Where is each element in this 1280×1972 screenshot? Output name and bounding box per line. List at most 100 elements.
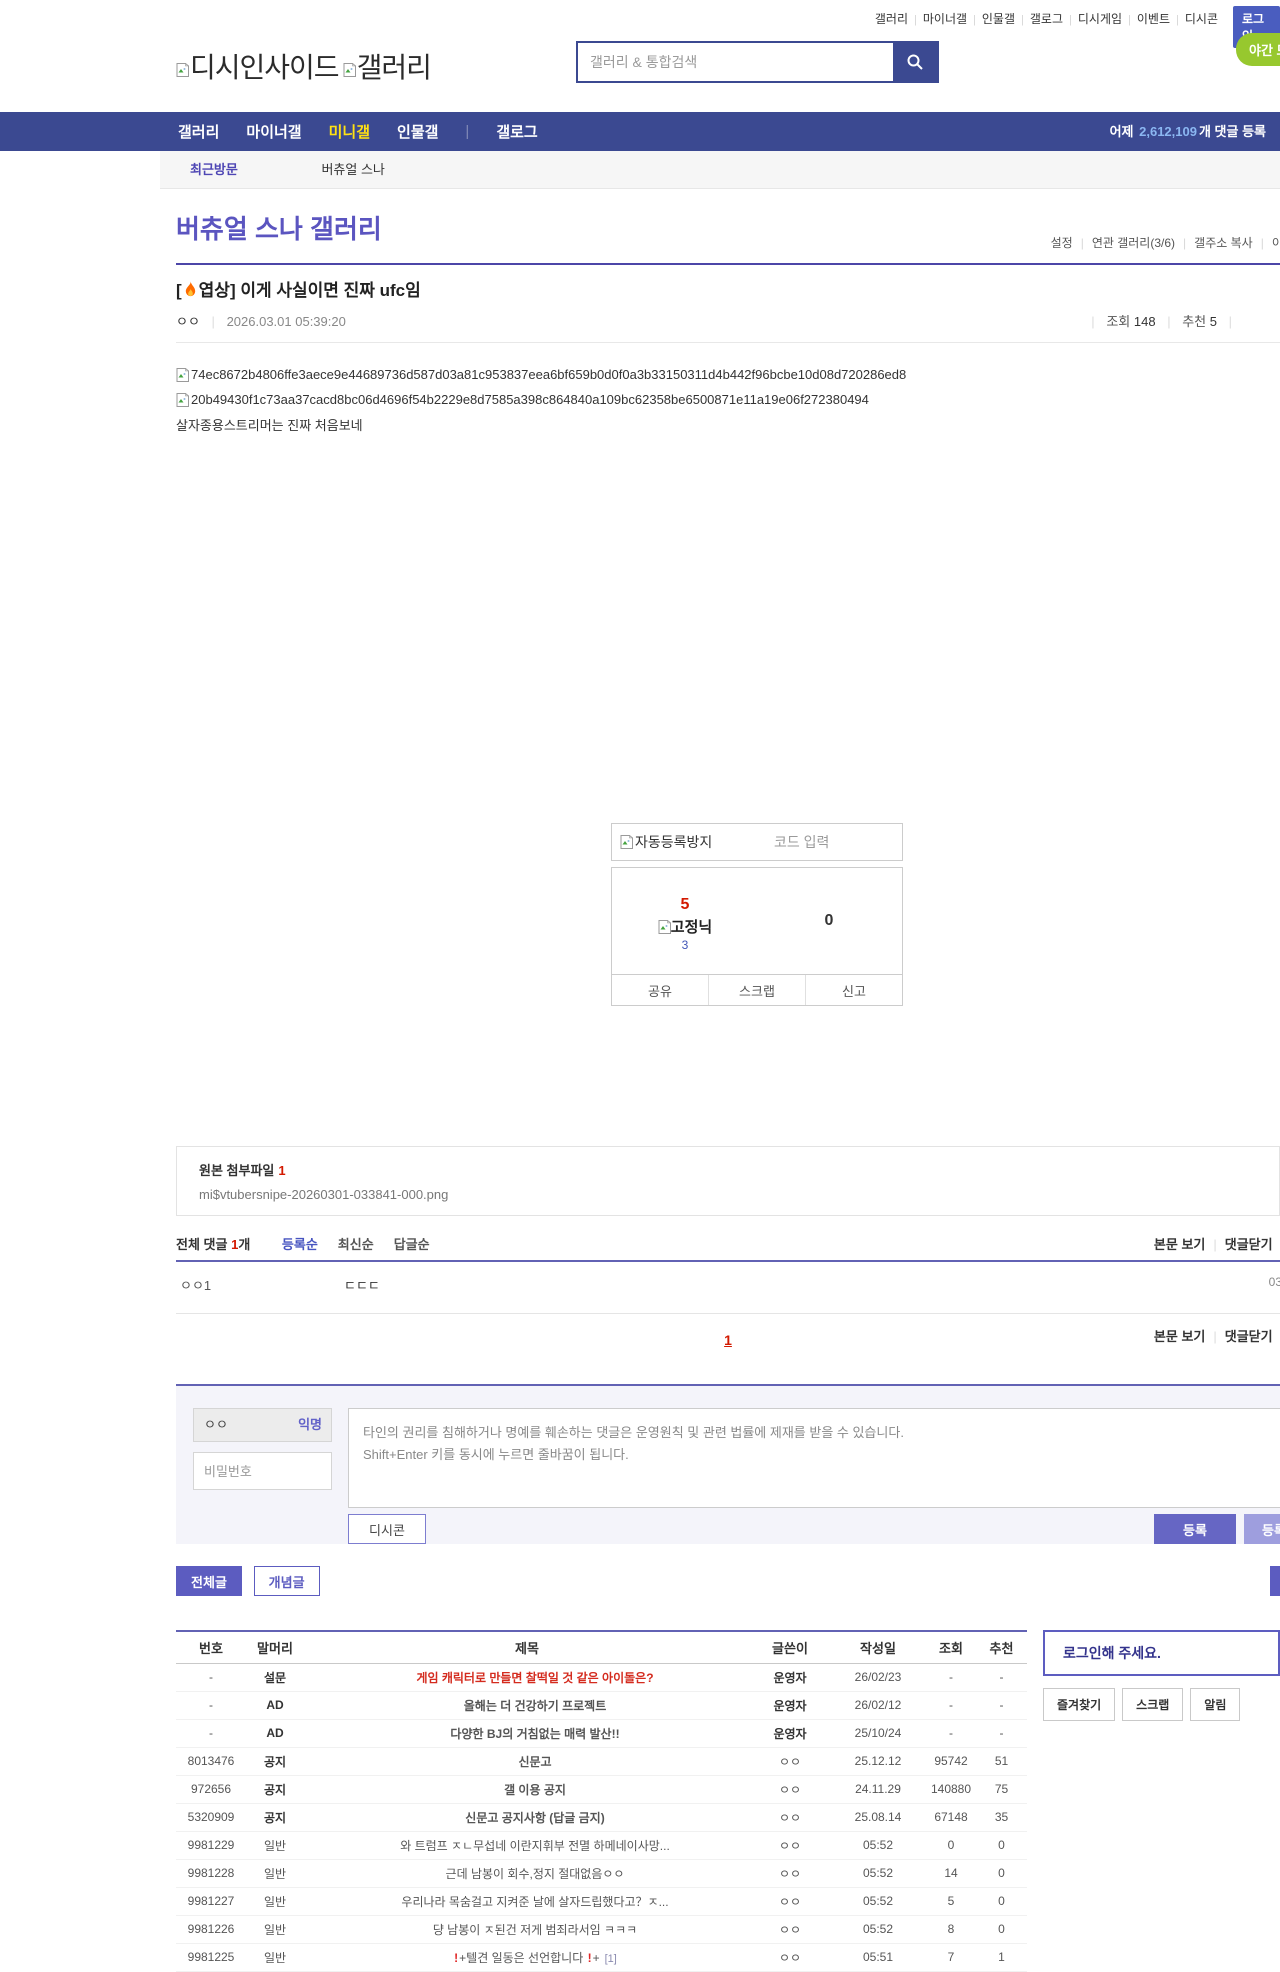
comment-sort-option[interactable]: 답글순 bbox=[394, 1237, 430, 1252]
post-list-title[interactable]: 근데 남봉이 회수,정지 절대없음ㅇㅇ bbox=[304, 1859, 750, 1887]
comment-author[interactable]: ㅇㅇ1 bbox=[180, 1275, 211, 1294]
comment-view-link[interactable]: 본문 보기 bbox=[1154, 1237, 1205, 1252]
nav-item[interactable]: 갤러리 bbox=[178, 121, 219, 142]
night-mode-toggle[interactable]: 야간 모드 bbox=[1236, 33, 1280, 66]
dccon-button[interactable]: 디시콘 bbox=[348, 1514, 426, 1544]
sidebar-tab[interactable]: 스크랩 bbox=[1122, 1688, 1183, 1721]
post-category[interactable]: 일반 bbox=[246, 1915, 304, 1943]
post-recommends: 0 bbox=[976, 1859, 1027, 1887]
table-column-header[interactable]: 번호 bbox=[176, 1631, 246, 1663]
comment-page-1[interactable]: 1 bbox=[724, 1332, 732, 1348]
post-writer[interactable]: ㅇㅇ bbox=[750, 1887, 830, 1915]
gallery-header-link[interactable]: 설정 bbox=[1051, 236, 1073, 250]
separator: | bbox=[1167, 314, 1170, 329]
post-writer[interactable]: ㅇㅇ bbox=[750, 1915, 830, 1943]
separator: | bbox=[1069, 14, 1072, 26]
table-column-header[interactable]: 글쓴이 bbox=[750, 1631, 830, 1663]
post-list-title[interactable]: 와 트럼프 ㅈㄴ무섭네 이란지휘부 전멸 하메네이사망... bbox=[304, 1831, 750, 1859]
post-category[interactable]: 일반 bbox=[246, 1859, 304, 1887]
anonymous-label[interactable]: 익명 bbox=[298, 1409, 322, 1441]
nav-item[interactable]: 마이너갤 bbox=[246, 121, 301, 142]
table-column-header[interactable]: 제목 bbox=[304, 1631, 750, 1663]
post-list-title[interactable]: 다양한 BJ의 거침없는 매력 발산!! bbox=[304, 1719, 750, 1747]
post-action-button[interactable]: 공유 bbox=[612, 975, 708, 1005]
post-writer[interactable]: ㅇㅇ bbox=[750, 1803, 830, 1831]
post-list-title[interactable]: 신문고 bbox=[304, 1747, 750, 1775]
post-action-button[interactable]: 신고 bbox=[805, 975, 902, 1005]
comment-textarea[interactable]: 타인의 권리를 침해하거나 명예를 훼손하는 댓글은 운영원칙 및 관련 법률에… bbox=[348, 1408, 1280, 1508]
search-button[interactable] bbox=[893, 43, 937, 81]
post-writer[interactable]: 운영자 bbox=[750, 1691, 830, 1719]
sidebar-tab[interactable]: 알림 bbox=[1190, 1688, 1240, 1721]
post-category[interactable]: 일반 bbox=[246, 1887, 304, 1915]
post-writer[interactable]: ㅇㅇ bbox=[750, 1943, 830, 1971]
post-category[interactable]: 설문 bbox=[246, 1663, 304, 1691]
upvote-area[interactable]: 5 고정닉 3 bbox=[612, 868, 758, 952]
post-list-title[interactable]: 댱 남봉이 ㅈ된건 저게 범죄라서임 ㅋㅋㅋ bbox=[304, 1915, 750, 1943]
gallery-header-link[interactable]: 갤주소 복사 bbox=[1194, 236, 1253, 250]
comment-view-link[interactable]: 본문 보기 bbox=[1154, 1329, 1205, 1344]
search-input[interactable] bbox=[578, 43, 893, 81]
post-list-title[interactable]: 올해는 더 건강하기 프로젝트 bbox=[304, 1691, 750, 1719]
post-writer[interactable]: 운영자 bbox=[750, 1719, 830, 1747]
post-list-title[interactable]: 게임 캐릭터로 만들면 찰떡일 것 같은 아이돌은? bbox=[304, 1663, 750, 1691]
recent-visit-label[interactable]: 최근방문 bbox=[190, 162, 238, 177]
topbar-link[interactable]: 디시게임 bbox=[1078, 12, 1122, 26]
topbar-link[interactable]: 인물갤 bbox=[982, 12, 1015, 26]
table-column-header[interactable]: 조회 bbox=[926, 1631, 976, 1663]
topbar-link[interactable]: 마이너갤 bbox=[923, 12, 967, 26]
post-list-title[interactable]: 갤 이용 공지 bbox=[304, 1775, 750, 1803]
post-number: 9981228 bbox=[176, 1859, 246, 1887]
topbar-link[interactable]: 디시콘 bbox=[1185, 12, 1218, 26]
topbar-link[interactable]: 갤러리 bbox=[875, 12, 908, 26]
post-category[interactable]: 일반 bbox=[246, 1831, 304, 1859]
post-category[interactable]: 일반 bbox=[246, 1943, 304, 1971]
broken-image-icon bbox=[343, 63, 356, 77]
post-writer[interactable]: 운영자 bbox=[750, 1663, 830, 1691]
post-category[interactable]: 공지 bbox=[246, 1747, 304, 1775]
gallery-header-link[interactable]: 이용안내 bbox=[1272, 236, 1280, 250]
post-writer[interactable]: ㅇㅇ bbox=[750, 1859, 830, 1887]
downvote-area[interactable]: 0 bbox=[756, 868, 902, 974]
gallery-header-link[interactable]: 연관 갤러리(3/6) bbox=[1092, 236, 1175, 250]
comment-submit-button-2[interactable]: 등록 bbox=[1244, 1514, 1280, 1544]
post-views: 8 bbox=[926, 1915, 976, 1943]
post-list-title[interactable]: 신문고 공지사항 (답글 금지) bbox=[304, 1803, 750, 1831]
comment-view-link[interactable]: 댓글닫기 bbox=[1225, 1329, 1273, 1344]
post-writer[interactable]: ㅇㅇ bbox=[750, 1831, 830, 1859]
post-category[interactable]: 공지 bbox=[246, 1775, 304, 1803]
comment-submit-button[interactable]: 등록 bbox=[1154, 1514, 1236, 1544]
post-recommends: 0 bbox=[976, 1831, 1027, 1859]
tab-best-posts[interactable]: 개념글 bbox=[254, 1566, 320, 1596]
post-author[interactable]: ㅇㅇ bbox=[176, 314, 200, 329]
nav-item[interactable]: 인물갤 bbox=[397, 121, 438, 142]
post-list-title[interactable]: 우리나라 목숨걸고 지켜준 날에 살자드립했다고？ㅈ... bbox=[304, 1887, 750, 1915]
post-category[interactable]: 공지 bbox=[246, 1803, 304, 1831]
nav-item[interactable]: 미니갤 bbox=[329, 121, 370, 142]
breadcrumb-gallery-name[interactable]: 버츄얼 스나 bbox=[321, 162, 384, 177]
site-logo[interactable]: 디시인사이드갤러리 bbox=[176, 46, 431, 86]
comment-view-link[interactable]: 댓글닫기 bbox=[1225, 1237, 1273, 1252]
comment-sort-option[interactable]: 최신순 bbox=[338, 1237, 374, 1252]
topbar-link[interactable]: 갤로그 bbox=[1030, 12, 1063, 26]
post-writer[interactable]: ㅇㅇ bbox=[750, 1747, 830, 1775]
password-field[interactable] bbox=[193, 1452, 332, 1490]
topbar-link[interactable]: 이벤트 bbox=[1137, 12, 1170, 26]
table-column-header[interactable]: 추천 bbox=[976, 1631, 1027, 1663]
post-category[interactable]: AD bbox=[246, 1719, 304, 1747]
captcha-input[interactable] bbox=[764, 834, 902, 850]
nickname-field[interactable]: ㅇㅇ 익명 bbox=[193, 1408, 332, 1442]
table-column-header[interactable]: 작성일 bbox=[830, 1631, 926, 1663]
sidebar-tab[interactable]: 즐겨찾기 bbox=[1043, 1688, 1115, 1721]
table-column-header[interactable]: 말머리 bbox=[246, 1631, 304, 1663]
post-list-title[interactable]: !+텔견 일동은 선언합니다 !+[1] bbox=[304, 1943, 750, 1971]
post-writer[interactable]: ㅇㅇ bbox=[750, 1775, 830, 1803]
attachment-filename[interactable]: mi$vtubersnipe-20260301-033841-000.png bbox=[199, 1187, 1279, 1202]
tab-all-posts[interactable]: 전체글 bbox=[176, 1566, 242, 1596]
write-post-button[interactable]: 글쓰기 bbox=[1270, 1566, 1280, 1596]
post-action-button[interactable]: 스크랩 bbox=[708, 975, 805, 1005]
topbar: 갤러리|마이너갤|인물갤|갤로그|디시게임|이벤트|디시콘 로그인 야간 모드 bbox=[0, 0, 1280, 30]
comment-sort-option[interactable]: 등록순 bbox=[282, 1237, 318, 1252]
nav-item[interactable]: 갤로그 bbox=[496, 121, 537, 142]
post-category[interactable]: AD bbox=[246, 1691, 304, 1719]
